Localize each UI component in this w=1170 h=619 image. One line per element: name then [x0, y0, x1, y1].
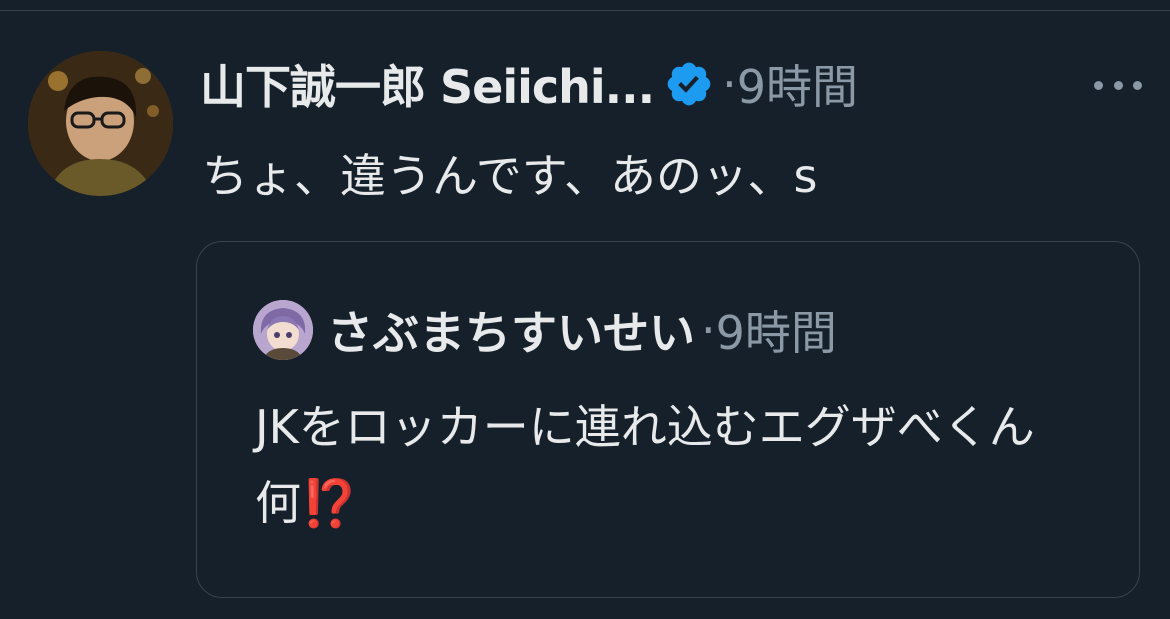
quoted-author-avatar[interactable] — [253, 300, 313, 360]
quoted-time-separator: · — [701, 303, 716, 357]
more-horizontal-icon[interactable] — [1094, 77, 1142, 93]
quoted-author-avatar-image — [253, 300, 313, 360]
quoted-tweet-text-body: JKをロッカーに連れ込むエグザべくん何 — [255, 400, 1035, 530]
quoted-tweet-time: 9時間 — [715, 306, 837, 360]
tweet-header: 山下誠一郎 Seiichi... · 9時間 — [200, 53, 858, 115]
top-divider — [0, 0, 1170, 11]
time-separator: · — [722, 57, 737, 111]
tweet[interactable]: 山下誠一郎 Seiichi... · 9時間 ちょ、違うんです、あのッ、s さぶ… — [0, 11, 1170, 619]
exclamation-question-emoji: ⁉️ — [301, 476, 359, 530]
author-avatar-image — [28, 51, 173, 196]
verified-badge-icon — [664, 59, 714, 109]
quoted-tweet-header: さぶまちすいせい · 9時間 — [253, 298, 837, 362]
tweet-text: ちょ、違うんです、あのッ、s — [202, 149, 818, 203]
more-dot — [1094, 80, 1103, 90]
tweet-time[interactable]: 9時間 — [737, 51, 858, 117]
quoted-tweet-card[interactable]: さぶまちすいせい · 9時間 JKをロッカーに連れ込むエグザべくん何⁉️ — [196, 241, 1140, 598]
more-dot — [1113, 80, 1123, 90]
quoted-tweet-text: JKをロッカーに連れ込むエグザべくん何⁉️ — [255, 389, 1085, 541]
author-name[interactable]: 山下誠一郎 Seiichi... — [200, 51, 655, 117]
author-avatar[interactable] — [28, 51, 173, 196]
more-dot — [1133, 80, 1142, 90]
quoted-author-name[interactable]: さぶまちすいせい — [327, 297, 695, 363]
